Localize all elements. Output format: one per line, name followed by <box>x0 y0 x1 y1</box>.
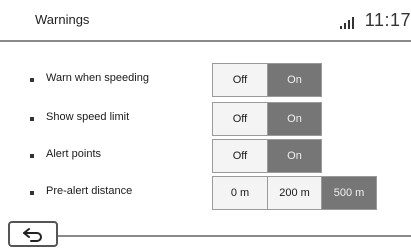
bullet-icon <box>30 78 34 82</box>
clock: 11:17 <box>364 10 411 30</box>
header-bar: Warnings 11:17 <box>0 0 411 40</box>
pre-alert-500m-option[interactable]: 500 m <box>321 177 376 209</box>
setting-label: Alert points <box>46 148 102 160</box>
show-speed-limit-toggle[interactable]: Off On <box>212 102 322 136</box>
alert-points-toggle[interactable]: Off On <box>212 139 322 173</box>
setting-label: Pre-alert distance <box>46 185 133 197</box>
setting-row-show-speed-limit: Show speed limit Off On <box>0 102 411 136</box>
header-divider <box>0 40 411 42</box>
alert-points-on-option[interactable]: On <box>267 140 321 172</box>
show-speed-limit-on-option[interactable]: On <box>267 103 321 135</box>
setting-row-alert-points: Alert points Off On <box>0 139 411 173</box>
setting-row-pre-alert-distance: Pre-alert distance 0 m 200 m 500 m <box>0 176 411 210</box>
show-speed-limit-off-option[interactable]: Off <box>213 103 267 135</box>
bullet-icon <box>30 191 34 195</box>
back-arrow-icon <box>23 228 42 242</box>
setting-label: Show speed limit <box>46 111 130 123</box>
bullet-icon <box>30 117 34 121</box>
pre-alert-distance-selector[interactable]: 0 m 200 m 500 m <box>212 176 377 210</box>
warn-speeding-off-option[interactable]: Off <box>213 64 267 96</box>
alert-points-off-option[interactable]: Off <box>213 140 267 172</box>
back-button[interactable] <box>8 221 58 247</box>
pre-alert-200m-option[interactable]: 200 m <box>267 177 321 209</box>
warn-speeding-on-option[interactable]: On <box>267 64 321 96</box>
page-title: Warnings <box>35 12 90 27</box>
bullet-icon <box>30 154 34 158</box>
setting-row-warn-speeding: Warn when speeding Off On <box>0 63 411 97</box>
pre-alert-0m-option[interactable]: 0 m <box>213 177 267 209</box>
footer-divider <box>58 235 411 237</box>
setting-label: Warn when speeding <box>46 72 149 84</box>
warn-speeding-toggle[interactable]: Off On <box>212 63 322 97</box>
signal-strength-icon <box>340 17 354 29</box>
